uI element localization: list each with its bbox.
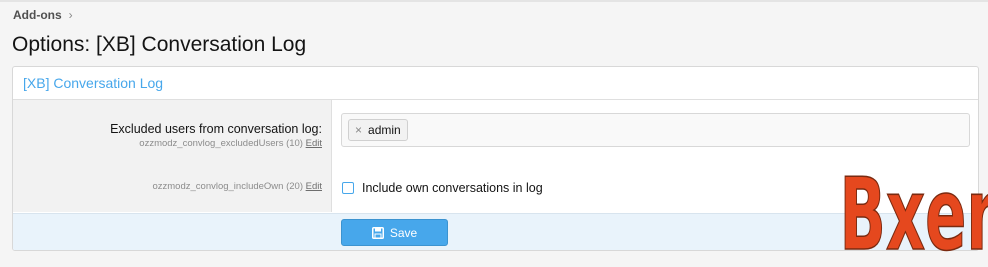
include-own-checkbox[interactable]: [342, 182, 354, 194]
edit-link-excluded-users[interactable]: Edit: [306, 138, 322, 149]
bxen-watermark-logo: Bxen: [839, 156, 988, 260]
svg-text:Bxen: Bxen: [840, 157, 988, 260]
edit-link-include-own[interactable]: Edit: [306, 181, 322, 192]
include-own-option-id: ozzmodz_convlog_includeOwn (20) Edit: [152, 180, 322, 194]
form-footer: Save: [13, 213, 978, 250]
breadcrumb-item-addons[interactable]: Add-ons: [13, 8, 62, 22]
excluded-users-option-id: ozzmodz_convlog_excludedUsers (10) Edit: [110, 137, 322, 151]
options-block: [XB] Conversation Log Excluded users fro…: [12, 66, 979, 251]
label-column: Excluded users from conversation log: oz…: [13, 100, 332, 212]
excluded-users-label: Excluded users from conversation log:: [110, 122, 322, 136]
options-rows: Excluded users from conversation log: oz…: [13, 100, 978, 212]
chevron-right-icon: ›: [68, 8, 73, 22]
include-own-checkbox-label: Include own conversations in log: [362, 181, 543, 195]
include-own-label-group: ozzmodz_convlog_includeOwn (20) Edit: [152, 180, 322, 194]
breadcrumb: Add-ons ›: [13, 8, 73, 22]
top-divider: [0, 0, 988, 2]
save-button-label: Save: [389, 225, 418, 240]
excluded-users-label-group: Excluded users from conversation log: oz…: [110, 122, 322, 151]
option-id-text: ozzmodz_convlog_excludedUsers (10): [139, 138, 303, 149]
block-header: [XB] Conversation Log: [13, 67, 978, 100]
include-own-checkbox-row[interactable]: Include own conversations in log: [342, 181, 543, 195]
user-token[interactable]: × admin: [348, 119, 408, 141]
option-id-text: ozzmodz_convlog_includeOwn (20): [152, 181, 303, 192]
remove-token-icon[interactable]: ×: [355, 123, 362, 137]
save-button[interactable]: Save: [341, 219, 448, 246]
page-title: Options: [XB] Conversation Log: [12, 33, 307, 56]
token-label: admin: [368, 123, 401, 137]
save-icon: [371, 226, 384, 239]
